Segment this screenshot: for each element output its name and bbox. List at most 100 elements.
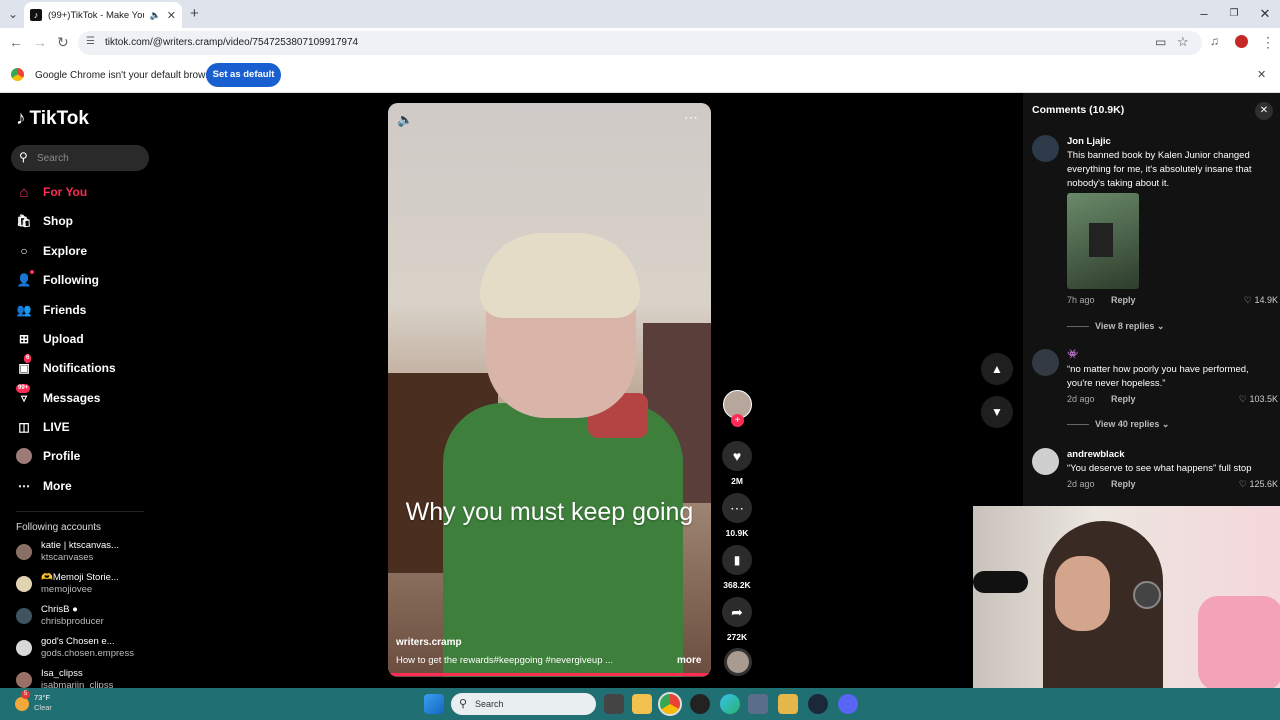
pink-pillow xyxy=(1198,596,1280,688)
following-account[interactable]: ChrisB ● chrisbproducer xyxy=(16,604,156,630)
sidebar-item-notifications[interactable]: ▣ 6 Notifications xyxy=(16,354,156,379)
tab-tiktok[interactable]: ♪ (99+)TikTok - Make Your Da... 🔈 ✕ xyxy=(24,2,182,28)
share-button[interactable]: ➦ xyxy=(722,597,752,627)
sidebar-item-explore[interactable]: ○ Explore xyxy=(16,240,156,262)
sidebar-item-live[interactable]: ◫ LIVE xyxy=(16,416,156,438)
music-disc-icon[interactable] xyxy=(724,648,752,676)
discord-icon[interactable] xyxy=(838,694,858,714)
following-account[interactable]: Isa_clipss isabmariin_clipss xyxy=(16,668,156,688)
taskbar-search-placeholder: Search xyxy=(475,699,504,709)
window-close-icon[interactable]: ✕ xyxy=(1250,6,1280,22)
sidebar-item-following[interactable]: 👤 Following xyxy=(16,269,156,291)
like-button[interactable]: ♥ xyxy=(722,441,752,471)
avatar[interactable] xyxy=(1032,448,1059,475)
sidebar-item-more[interactable]: ⋯ More xyxy=(16,475,156,497)
avatar[interactable] xyxy=(1032,349,1059,376)
following-account[interactable]: 🫶Memoji Storie... memojiovee xyxy=(16,572,156,598)
tab-title: (99+)TikTok - Make Your Da... xyxy=(48,9,144,21)
shop-icon: 🛍 xyxy=(16,214,32,228)
restore-icon[interactable]: ❐ xyxy=(1219,8,1249,19)
minimize-icon[interactable]: – xyxy=(1189,6,1219,21)
sidebar-item-friends[interactable]: 👥 Friends xyxy=(16,299,156,321)
task-view-icon[interactable] xyxy=(604,694,624,714)
taskbar-search-input[interactable]: ⚲ Search xyxy=(451,693,596,715)
tab-search-icon[interactable]: ⌄ xyxy=(8,7,18,21)
set-default-button[interactable]: Set as default xyxy=(206,63,281,87)
comment-text: “You deserve to see what happens” full s… xyxy=(1067,463,1252,474)
profile-avatar[interactable] xyxy=(1235,35,1248,48)
comment-image[interactable] xyxy=(1067,193,1139,289)
sidebar-item-for-you[interactable]: ⌂ For You xyxy=(16,181,156,203)
steam-icon[interactable] xyxy=(808,694,828,714)
settings-icon[interactable] xyxy=(748,694,768,714)
sidebar-item-profile[interactable]: Profile xyxy=(16,445,156,467)
video-options-icon[interactable]: ⋯ xyxy=(684,109,699,126)
share-count: 272K xyxy=(726,632,748,642)
sidebar-item-shop[interactable]: 🛍 Shop xyxy=(16,210,156,232)
comment-like[interactable]: ♡ 103.5K xyxy=(1233,394,1278,405)
avatar[interactable] xyxy=(1032,135,1059,162)
friends-icon: 👥 xyxy=(16,303,32,317)
tiktok-favicon-icon: ♪ xyxy=(30,9,42,21)
back-icon[interactable]: ← xyxy=(9,34,23,50)
forward-icon[interactable]: → xyxy=(33,34,47,50)
comment-username[interactable]: andrewblack xyxy=(1067,449,1125,460)
chrome-icon[interactable] xyxy=(658,692,682,716)
next-video-button[interactable]: ▼ xyxy=(981,396,1013,428)
volume-icon[interactable]: 🔈 xyxy=(397,112,413,128)
heart-icon: ♥ xyxy=(732,448,742,464)
following-account[interactable]: god's Chosen e... gods.chosen.empress xyxy=(16,636,156,662)
following-account[interactable]: katie | ktscanvas... ktscanvases xyxy=(16,540,156,566)
comments-close-icon[interactable]: ✕ xyxy=(1255,102,1273,120)
file-explorer-icon[interactable] xyxy=(632,694,652,714)
default-browser-infobar: Google Chrome isn't your default browser… xyxy=(0,57,1280,93)
view-replies-button[interactable]: View 8 replies ⌄ xyxy=(1067,321,1164,332)
video-player[interactable]: 🔈 ⋯ Why you must keep going writers.cram… xyxy=(388,103,711,677)
speaker-icon[interactable]: 🔈 xyxy=(150,10,161,21)
follow-plus-icon[interactable]: + xyxy=(731,414,744,427)
video-author[interactable]: writers.cramp xyxy=(396,637,462,648)
reload-icon[interactable]: ↻ xyxy=(57,34,69,51)
bookmark-star-icon[interactable]: ☆ xyxy=(1177,34,1189,50)
comment-username[interactable]: 👾 xyxy=(1067,349,1078,360)
comment-like[interactable]: ♡ 14.9K xyxy=(1233,295,1278,306)
video-person-hair xyxy=(480,233,640,318)
edge-icon[interactable] xyxy=(720,694,740,714)
new-tab-icon[interactable]: + xyxy=(190,5,199,22)
sidebar-item-upload[interactable]: ⊞ Upload xyxy=(16,328,156,350)
view-replies-button[interactable]: View 40 replies ⌄ xyxy=(1067,419,1169,430)
start-icon[interactable] xyxy=(424,694,444,714)
tiktok-logo[interactable]: ♪ TikTok xyxy=(16,108,89,130)
weather-widget[interactable]: 5 73°F Clear xyxy=(13,690,63,717)
sidebar-item-label: More xyxy=(43,479,72,493)
tab-close-icon[interactable]: ✕ xyxy=(167,9,176,22)
app-icon[interactable] xyxy=(778,694,798,714)
messages-badge: 99+ xyxy=(16,384,31,393)
chrome-menu-icon[interactable]: ⋮ xyxy=(1261,34,1275,51)
reply-button[interactable]: Reply xyxy=(1111,295,1136,305)
alienware-icon[interactable] xyxy=(690,694,710,714)
microphone-icon xyxy=(973,571,1028,593)
comment-username[interactable]: Jon Ljajic xyxy=(1067,136,1111,147)
sidebar-item-messages[interactable]: ▿ 99+ Messages xyxy=(16,384,156,409)
account-name: ChrisB ● xyxy=(41,604,78,615)
more-link[interactable]: more xyxy=(677,655,701,666)
comment-button[interactable]: ⋯ xyxy=(722,493,752,523)
comment-icon: ⋯ xyxy=(730,499,744,516)
site-info-icon[interactable]: ☰ xyxy=(86,36,95,47)
sidebar-search-input[interactable]: ⚲ Search xyxy=(11,145,149,171)
cast-icon[interactable]: ▭ xyxy=(1155,35,1166,49)
account-name: katie | ktscanvas... xyxy=(41,540,119,551)
reply-button[interactable]: Reply xyxy=(1111,394,1136,404)
sidebar-item-label: Messages xyxy=(43,391,101,405)
media-control-icon[interactable]: ♫ xyxy=(1210,34,1219,48)
previous-video-button[interactable]: ▲ xyxy=(981,353,1013,385)
comment-like-count: 14.9K xyxy=(1254,295,1278,305)
infobar-close-icon[interactable]: ✕ xyxy=(1257,68,1266,81)
omnibox[interactable]: ☰ tiktok.com/@writers.cramp/video/754725… xyxy=(78,31,1202,55)
tiktok-note-icon: ♪ xyxy=(16,108,26,129)
comment-like[interactable]: ♡ 125.6K xyxy=(1233,479,1278,490)
reply-button[interactable]: Reply xyxy=(1111,479,1136,489)
save-button[interactable]: ▮ xyxy=(722,545,752,575)
video-progress-bar[interactable] xyxy=(388,673,711,676)
